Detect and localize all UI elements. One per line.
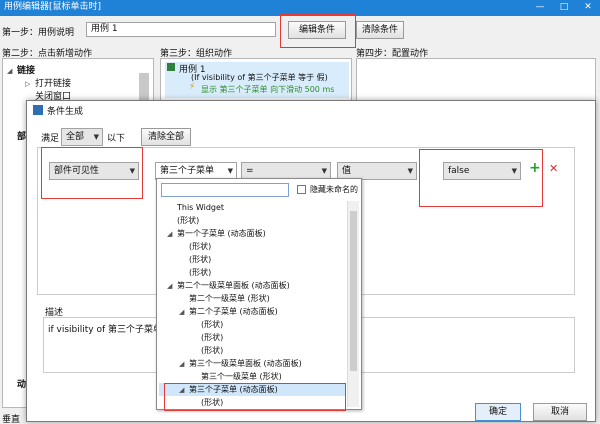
hide-unnamed-checkbox[interactable] — [297, 185, 306, 194]
cancel-button[interactable]: 取消 — [533, 403, 587, 421]
widget-tree-item-label: This Widget — [177, 203, 225, 212]
widget-tree-item[interactable]: ◢ 第二个子菜单 (动态面板) — [159, 305, 345, 318]
expand-icon: ▷ — [25, 80, 31, 88]
widget-tree-item[interactable]: ◢ 第三个一级菜单面板 (动态面板) — [159, 357, 345, 370]
widget-tree-item[interactable]: ◢ 第一个子菜单 (动态面板) — [159, 227, 345, 240]
satisfy-label: 满足 — [41, 134, 60, 144]
satisfy-select[interactable]: 全部 ▼ — [61, 128, 103, 146]
ok-button[interactable]: 确定 — [475, 403, 521, 421]
case-icon — [167, 63, 175, 71]
widget-tree-item[interactable]: ◢ 第二个一级菜单面板 (动态面板) — [159, 279, 345, 292]
condition-field-select[interactable]: 部件可见性 ▼ — [49, 162, 139, 180]
close-icon[interactable]: ✕ — [549, 162, 558, 175]
organize-actions-panel: 用例 1 (If visibility of 第三个子菜单 等于 假) ⚡ 显示… — [160, 58, 352, 102]
widget-tree-item[interactable]: This Widget — [159, 201, 345, 214]
widget-tree-item-label: 第一个子菜单 (动态面板) — [177, 229, 266, 238]
collapse-icon: ◢ — [7, 67, 13, 75]
widget-tree-item-label: 第二个子菜单 (动态面板) — [189, 307, 278, 316]
dialog-app-icon — [33, 105, 43, 115]
lightning-icon: ⚡ — [189, 82, 196, 92]
widget-tree-item-label: (形状) — [201, 333, 224, 342]
description-text: if visibility of 第三个子菜单 等 — [48, 325, 174, 335]
dropdown-arrow-icon: ▼ — [321, 167, 327, 175]
clear-all-button[interactable]: 清除全部 — [141, 128, 191, 146]
widget-tree-item-label: 第三个一级菜单面板 (动态面板) — [189, 359, 302, 368]
case-action: 显示 第三个子菜单 向下滑动 500 ms — [201, 85, 335, 94]
widget-tree-item[interactable]: (形状) — [159, 214, 345, 227]
widget-tree-item[interactable]: 第二个一级菜单 (形状) — [159, 292, 345, 305]
clear-condition-button[interactable]: 清除条件 — [356, 21, 404, 39]
widget-tree-item-label: 第二个一级菜单 (形状) — [189, 294, 270, 303]
highlight-box-selected — [164, 383, 346, 411]
dropdown-scrollbar[interactable] — [347, 201, 359, 407]
widget-tree-item-label: 第三个一级菜单 (形状) — [201, 372, 282, 381]
dialog-titlebar: 条件生成 — [27, 101, 595, 119]
edit-condition-button[interactable]: 编辑条件 — [288, 21, 346, 39]
tree-item-links[interactable]: ◢ 链接 — [7, 63, 35, 76]
maximize-button[interactable]: □ — [552, 0, 576, 16]
hide-unnamed-label: 隐藏未命名的 — [310, 185, 358, 194]
widget-search-input[interactable] — [161, 183, 289, 197]
widget-tree-item[interactable]: (形状) — [159, 253, 345, 266]
widget-tree-item-label: (形状) — [177, 216, 200, 225]
scrollbar-thumb[interactable] — [139, 73, 149, 103]
widget-tree-item-label: (形状) — [189, 242, 212, 251]
satisfy-suffix: 以下 — [107, 134, 126, 144]
plus-icon[interactable]: + — [529, 160, 541, 176]
widget-tree-item-label: (形状) — [189, 255, 212, 264]
case-description-input[interactable]: 用例 1 — [86, 22, 276, 37]
widget-tree: This Widget (形状) ◢ 第一个子菜单 (动态面板) (形状) (形状) (形状… — [159, 201, 345, 409]
widget-dropdown: 隐藏未命名的 This Widget (形状) ◢ 第一个子菜单 (动态面板) (形状)… — [156, 178, 362, 410]
configure-action-panel — [356, 58, 596, 102]
dropdown-arrow-icon: ▼ — [407, 167, 413, 175]
widget-tree-item-label: (形状) — [201, 320, 224, 329]
bottom-label: 垂直 — [2, 415, 21, 424]
tree-item-partial-1: 部 — [17, 132, 27, 142]
widget-tree-item[interactable]: (形状) — [159, 266, 345, 279]
window-title: 用例编辑器[鼠标单击时] — [4, 2, 102, 12]
widget-tree-item-label: (形状) — [189, 268, 212, 277]
tree-item-partial-2: 动 — [17, 380, 27, 390]
dropdown-arrow-icon: ▼ — [227, 167, 233, 175]
dropdown-arrow-icon: ▼ — [93, 133, 99, 141]
tree-item-open-link[interactable]: ▷ 打开链接 — [25, 76, 71, 89]
widget-tree-item[interactable]: 第三个一级菜单 (形状) — [159, 370, 345, 383]
step1-label: 第一步：用例说明 — [2, 28, 75, 38]
dropdown-arrow-icon: ▼ — [129, 167, 135, 175]
widget-tree-item-label: (形状) — [201, 346, 224, 355]
widget-tree-item[interactable]: (形状) — [159, 331, 345, 344]
widget-tree-item-label: 第二个一级菜单面板 (动态面板) — [177, 281, 290, 290]
widget-tree-item[interactable]: (形状) — [159, 344, 345, 357]
dropdown-scrollbar-thumb[interactable] — [350, 211, 357, 371]
dropdown-arrow-icon: ▼ — [511, 167, 517, 175]
close-button[interactable]: ✕ — [576, 0, 600, 16]
widget-tree-item[interactable]: (形状) — [159, 318, 345, 331]
value-select[interactable]: false ▼ — [443, 162, 521, 180]
dialog-title: 条件生成 — [47, 107, 84, 117]
widget-tree-item[interactable]: (形状) — [159, 240, 345, 253]
case-condition: (If visibility of 第三个子菜单 等于 假) — [191, 73, 328, 82]
minimize-button[interactable]: — — [528, 0, 552, 16]
